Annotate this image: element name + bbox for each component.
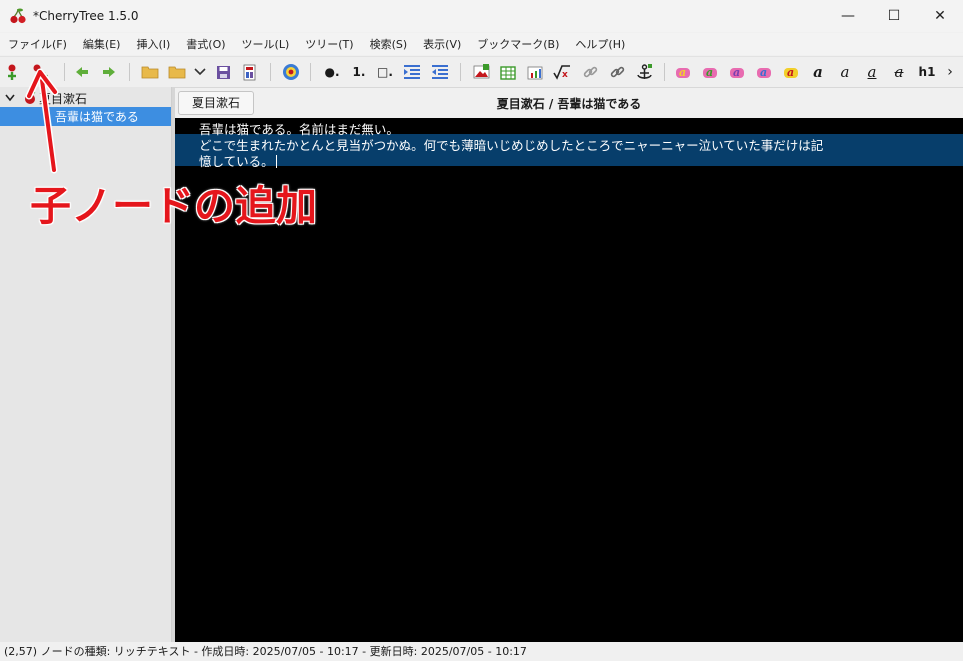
svg-text:a: a <box>787 66 794 79</box>
menu-bookmarks[interactable]: ブックマーク(B) <box>469 36 567 52</box>
maximize-button[interactable]: ☐ <box>871 0 917 32</box>
strikethrough-icon[interactable]: a <box>889 62 909 82</box>
tree-node-root[interactable]: 夏目漱石 <box>0 89 171 107</box>
export-icon[interactable] <box>240 62 260 82</box>
menu-edit[interactable]: 編集(E) <box>75 36 129 52</box>
text-color-alt2-icon[interactable]: a <box>754 62 774 82</box>
open-recent-icon[interactable] <box>167 62 187 82</box>
text-color-alt-icon[interactable]: a <box>727 62 747 82</box>
node-header: 夏目漱石 夏目漱石 / 吾輩は猫である <box>175 88 963 117</box>
tree-node-child[interactable]: 吾輩は猫である <box>0 107 171 126</box>
insert-image-icon[interactable] <box>471 62 491 82</box>
menu-file[interactable]: ファイル(F) <box>0 36 75 52</box>
node-tree: 夏目漱石 吾輩は猫である <box>0 87 172 642</box>
save-icon[interactable] <box>213 62 233 82</box>
bulleted-list-icon[interactable]: ●. <box>319 62 345 82</box>
close-button[interactable]: ✕ <box>917 0 963 32</box>
tree-node-label: 夏目漱石 <box>39 91 88 106</box>
menu-format[interactable]: 書式(O) <box>178 36 233 52</box>
add-node-icon[interactable] <box>2 62 22 82</box>
expander-chevron-icon[interactable] <box>5 94 15 102</box>
menu-help[interactable]: ヘルプ(H) <box>567 36 633 52</box>
more-chevron-icon[interactable]: › <box>942 62 958 82</box>
status-bar: (2,57) ノードの種類: リッチテキスト - 作成日時: 2025/07/0… <box>0 642 963 661</box>
toolbar: ●. 1. □. x a a a a a a a a a h1 › <box>0 56 963 88</box>
node-cherry-icon <box>25 91 36 104</box>
go-back-icon[interactable] <box>72 62 92 82</box>
svg-text:a: a <box>679 66 686 79</box>
text-cursor <box>275 155 277 168</box>
annotation-label: 子ノードの追加 <box>30 182 317 230</box>
italic-icon[interactable]: a <box>835 62 855 82</box>
add-child-node-icon[interactable] <box>30 62 50 82</box>
underline-icon[interactable]: a <box>862 62 882 82</box>
insert-latex-icon[interactable]: x <box>552 62 572 82</box>
open-folder-icon[interactable] <box>140 62 160 82</box>
todo-list-icon[interactable]: □. <box>373 62 397 82</box>
unindent-icon[interactable] <box>430 62 450 82</box>
heading-icon[interactable]: h1 <box>915 62 939 82</box>
svg-text:a: a <box>706 66 713 79</box>
svg-text:a: a <box>760 66 767 79</box>
insert-codebox-icon[interactable] <box>525 62 545 82</box>
insert-anchor-icon[interactable] <box>634 62 654 82</box>
insert-link-alt-icon[interactable] <box>607 62 627 82</box>
menu-insert[interactable]: 挿入(I) <box>128 36 178 52</box>
editor-line: 憶している。 <box>199 154 274 169</box>
menu-tools[interactable]: ツール(L) <box>234 36 298 52</box>
menu-view[interactable]: 表示(V) <box>415 36 469 52</box>
indent-icon[interactable] <box>402 62 422 82</box>
tree-node-label: 吾輩は猫である <box>55 110 139 124</box>
node-path-title: 夏目漱石 / 吾輩は猫である <box>496 97 642 111</box>
editor-line: どこで生まれたかとんと見当がつかぬ。何でも薄暗いじめじめしたところでニャーニャー… <box>199 138 824 153</box>
window-title: *CherryTree 1.5.0 <box>33 9 139 23</box>
bold-icon[interactable]: a <box>808 62 828 82</box>
go-forward-icon[interactable] <box>99 62 119 82</box>
insert-link-icon[interactable] <box>580 62 600 82</box>
insert-table-icon[interactable] <box>498 62 518 82</box>
menu-tree[interactable]: ツリー(T) <box>297 36 361 52</box>
text-color-fg-icon[interactable]: a <box>673 62 693 82</box>
numbered-list-icon[interactable]: 1. <box>347 62 371 82</box>
svg-text:x: x <box>562 70 568 80</box>
minimize-button[interactable]: — <box>825 0 871 32</box>
spellcheck-icon[interactable] <box>281 62 301 82</box>
highlight-icon[interactable]: a <box>781 62 801 82</box>
chevron-down-icon[interactable] <box>190 62 210 82</box>
menu-search[interactable]: 検索(S) <box>362 36 416 52</box>
text-color-bg-icon[interactable]: a <box>700 62 720 82</box>
cherrytree-app-icon <box>10 8 26 24</box>
title-bar: *CherryTree 1.5.0 — ☐ ✕ <box>0 0 963 32</box>
svg-text:a: a <box>733 66 740 79</box>
menu-bar: ファイル(F) 編集(E) 挿入(I) 書式(O) ツール(L) ツリー(T) … <box>0 33 963 55</box>
